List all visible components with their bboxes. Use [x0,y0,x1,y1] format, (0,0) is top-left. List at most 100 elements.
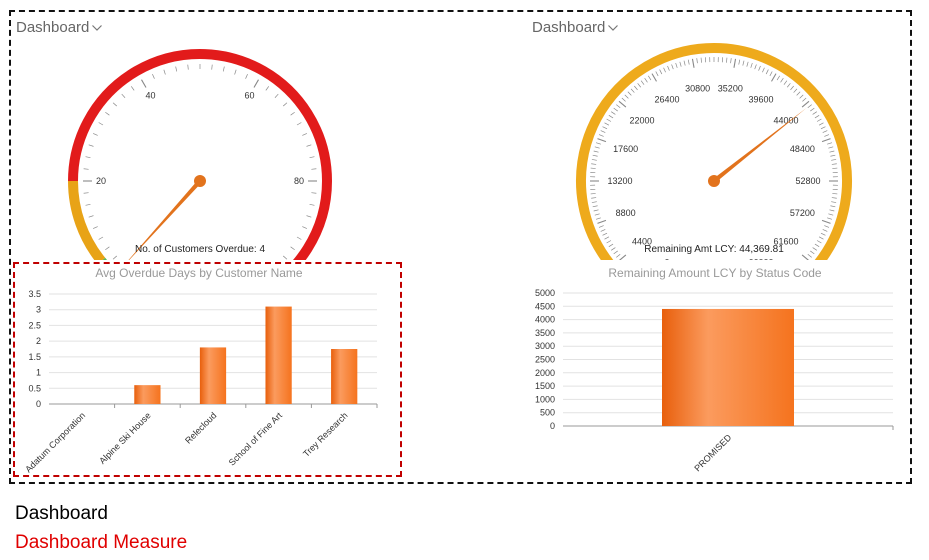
gauge-minor-tick [810,107,815,112]
x-tick-label: Adatum Corporation [23,410,87,474]
gauge-minor-tick [812,111,817,115]
gauge-minor-tick [600,130,606,133]
y-tick-label: 1000 [535,394,555,404]
y-tick-label: 1500 [535,381,555,391]
gauge-minor-tick [700,57,702,63]
bar [662,308,794,426]
gauge-minor-tick [85,156,91,159]
y-tick-label: 3 [36,305,41,315]
y-tick-label: 5000 [535,288,555,298]
gauge-tick-label: 35200 [718,83,743,93]
gauge-minor-tick [130,86,135,91]
gauge-minor-tick [824,225,830,228]
gauge-minor-tick [831,159,837,161]
gauge-minor-tick [683,60,686,66]
gauge-minor-tick [738,59,741,65]
gauge-minor-tick [590,193,596,195]
gauge-minor-tick [274,93,279,99]
gauge-minor-tick [827,217,833,220]
gauge-minor-tick [824,134,830,137]
gauge-minor-tick [726,57,728,63]
avg-overdue-days-chart: Avg Overdue Days by Customer Name 0 0.5 1 1.… [23,266,378,474]
y-tick-label: 1 [36,368,41,378]
gauge-minor-tick [600,229,606,232]
gauge-minor-tick [112,255,118,260]
gauge-minor-tick [98,122,104,126]
gauge-major-tick [821,138,831,143]
gauge-major-tick [141,79,147,88]
gauge-minor-tick [595,217,601,220]
gauge-minor-tick [783,80,788,85]
gauge-minor-tick [831,197,837,199]
gauge-minor-tick [593,209,599,212]
gauge-minor-tick [83,168,89,170]
gauge-minor-tick [671,64,674,70]
y-tick-label: 500 [540,408,555,418]
gauge-minor-tick [655,71,659,77]
left-dashboard-title: Dashboard [16,19,90,36]
gauge-minor-tick [816,118,822,122]
gauge-minor-tick [746,61,749,67]
gauge-minor-tick [282,255,288,260]
gauge-minor-tick [822,130,828,133]
gauge-tick-label: 66000 [748,257,773,260]
y-tick-label: 2500 [535,355,555,365]
gauge-major-tick [771,73,777,82]
gauge-minor-tick [211,64,213,70]
gauge-major-tick [651,73,657,82]
gauge-minor-tick [112,102,118,107]
gauge-minor-tick [696,58,698,64]
gauge-tick-label: 8800 [616,208,636,218]
gauge-minor-tick [175,66,178,72]
x-tick-label: PROMISED [692,432,733,473]
gauge-tick-label: 30800 [685,83,710,93]
remaining-amount-gauge: 0440088001320017600220002640030800352003… [576,43,852,260]
gauge-minor-tick [730,58,732,64]
y-tick-label: 4500 [535,301,555,311]
gauge-major-tick [691,58,695,68]
gauge-minor-tick [831,163,837,165]
gauge-minor-tick [598,134,604,137]
gauge-tick-label: 40 [145,90,155,100]
gauge-minor-tick [592,154,598,157]
gauge-minor-tick [762,67,765,73]
gauge-minor-tick [296,236,302,240]
gauge-minor-tick [311,192,317,194]
gauge-minor-tick [679,61,682,67]
gauge-minor-tick [780,78,784,83]
gauge-minor-tick [827,142,833,145]
left-dashboard-dropdown[interactable]: Dashboard [16,19,103,36]
gauge-major-tick [253,79,259,88]
gauge-minor-tick [816,240,822,244]
legend-dashboard: Dashboard [15,503,108,524]
gauge-minor-tick [829,150,835,153]
gauge-minor-tick [296,122,302,126]
gauge-major-tick [618,100,627,108]
gauge-minor-tick [630,88,635,93]
gauge-minor-tick [786,83,791,88]
gauge-minor-tick [92,226,98,229]
gauge-minor-tick [105,111,110,116]
gauge-minor-tick [602,232,608,236]
gauge-minor-tick [820,126,826,130]
gauge-minor-tick [606,118,612,122]
gauge-tick-label: 20 [96,176,106,186]
gauge-minor-tick [776,75,781,81]
gauge-minor-tick [796,91,801,96]
gauge-minor-tick [187,64,189,70]
gauge-minor-tick [832,193,838,195]
gauge-major-tick [618,254,627,260]
x-tick-label: Relecloud [183,410,218,445]
gauge-minor-tick [92,133,98,136]
gauge-tick-label: 60 [244,90,254,100]
gauge-minor-tick [831,201,837,203]
gauge-minor-tick [608,114,614,119]
gauge-minor-tick [604,122,610,126]
bar [265,306,292,404]
gauge-minor-tick [595,142,601,145]
gauge-minor-tick [604,236,610,240]
gauge-band-0 [576,43,852,260]
gauge-minor-tick [769,71,773,77]
chevron-down-icon [92,24,103,31]
gauge-minor-tick [594,213,600,216]
